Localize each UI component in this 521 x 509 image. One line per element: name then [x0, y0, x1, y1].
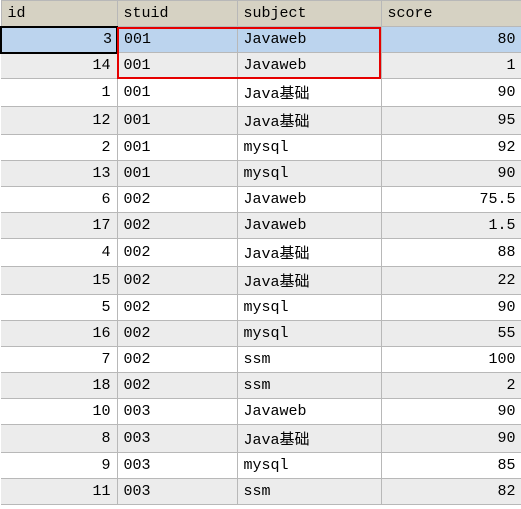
cell-id[interactable]: 5 — [1, 295, 117, 321]
cell-score[interactable]: 1 — [381, 53, 521, 79]
cell-subject[interactable]: Javaweb — [237, 53, 381, 79]
cell-stuid[interactable]: 001 — [117, 135, 237, 161]
cell-score[interactable]: 90 — [381, 295, 521, 321]
table-row[interactable]: 8003Java基础90 — [1, 425, 521, 453]
cell-stuid[interactable]: 003 — [117, 453, 237, 479]
cell-id[interactable]: 17 — [1, 213, 117, 239]
cell-subject[interactable]: Java基础 — [237, 239, 381, 267]
cell-score[interactable]: 90 — [381, 425, 521, 453]
cell-subject[interactable]: mysql — [237, 295, 381, 321]
cell-id[interactable]: 11 — [1, 479, 117, 505]
cell-id[interactable]: 13 — [1, 161, 117, 187]
cell-id[interactable]: 15 — [1, 267, 117, 295]
table-row[interactable]: 2001mysql92 — [1, 135, 521, 161]
col-header-id[interactable]: id — [1, 1, 117, 27]
col-header-subject[interactable]: subject — [237, 1, 381, 27]
table-row[interactable]: 13001mysql90 — [1, 161, 521, 187]
cell-stuid[interactable]: 002 — [117, 347, 237, 373]
cell-score[interactable]: 90 — [381, 79, 521, 107]
header-row[interactable]: id stuid subject score — [1, 1, 521, 27]
table-row[interactable]: 6002Javaweb75.5 — [1, 187, 521, 213]
cell-score[interactable]: 95 — [381, 107, 521, 135]
cell-score[interactable]: 85 — [381, 453, 521, 479]
cell-score[interactable]: 90 — [381, 399, 521, 425]
table-row[interactable]: 5002mysql90 — [1, 295, 521, 321]
table-row[interactable]: 1001Java基础90 — [1, 79, 521, 107]
cell-id[interactable]: 3 — [1, 27, 117, 53]
cell-subject[interactable]: Java基础 — [237, 425, 381, 453]
cell-score[interactable]: 80 — [381, 27, 521, 53]
cell-stuid[interactable]: 001 — [117, 79, 237, 107]
table-row[interactable]: 4002Java基础88 — [1, 239, 521, 267]
table-row[interactable]: 12001Java基础95 — [1, 107, 521, 135]
table-row[interactable]: 16002mysql55 — [1, 321, 521, 347]
cell-subject[interactable]: mysql — [237, 321, 381, 347]
cell-stuid[interactable]: 001 — [117, 161, 237, 187]
cell-id[interactable]: 18 — [1, 373, 117, 399]
table-row[interactable]: 14001Javaweb1 — [1, 53, 521, 79]
col-header-score[interactable]: score — [381, 1, 521, 27]
cell-score[interactable]: 55 — [381, 321, 521, 347]
cell-stuid[interactable]: 002 — [117, 239, 237, 267]
cell-subject[interactable]: Java基础 — [237, 267, 381, 295]
cell-subject[interactable]: mysql — [237, 453, 381, 479]
table-row[interactable]: 7002ssm100 — [1, 347, 521, 373]
cell-stuid[interactable]: 002 — [117, 267, 237, 295]
table-row[interactable]: 11003ssm82 — [1, 479, 521, 505]
cell-id[interactable]: 4 — [1, 239, 117, 267]
cell-id[interactable]: 16 — [1, 321, 117, 347]
cell-stuid[interactable]: 003 — [117, 425, 237, 453]
cell-subject[interactable]: Java基础 — [237, 107, 381, 135]
cell-id[interactable]: 8 — [1, 425, 117, 453]
cell-id[interactable]: 10 — [1, 399, 117, 425]
cell-id[interactable]: 7 — [1, 347, 117, 373]
cell-stuid[interactable]: 002 — [117, 295, 237, 321]
cell-subject[interactable]: Java基础 — [237, 79, 381, 107]
table-row[interactable]: 18002ssm2 — [1, 373, 521, 399]
cell-stuid[interactable]: 002 — [117, 187, 237, 213]
cell-id[interactable]: 12 — [1, 107, 117, 135]
cell-id[interactable]: 14 — [1, 53, 117, 79]
table-row[interactable]: 9003mysql85 — [1, 453, 521, 479]
cell-stuid[interactable]: 003 — [117, 479, 237, 505]
table-row[interactable]: 3001Javaweb80 — [1, 27, 521, 53]
cell-stuid[interactable]: 002 — [117, 213, 237, 239]
cell-subject[interactable]: ssm — [237, 479, 381, 505]
cell-subject[interactable]: Javaweb — [237, 399, 381, 425]
cell-subject[interactable]: ssm — [237, 347, 381, 373]
result-table[interactable]: id stuid subject score 3001Javaweb801400… — [0, 0, 521, 505]
cell-score[interactable]: 2 — [381, 373, 521, 399]
col-header-stuid[interactable]: stuid — [117, 1, 237, 27]
cell-score[interactable]: 1.5 — [381, 213, 521, 239]
cell-subject[interactable]: ssm — [237, 373, 381, 399]
cell-id[interactable]: 9 — [1, 453, 117, 479]
cell-score[interactable]: 22 — [381, 267, 521, 295]
table-row[interactable]: 17002Javaweb1.5 — [1, 213, 521, 239]
table-row[interactable]: 15002Java基础22 — [1, 267, 521, 295]
cell-stuid[interactable]: 001 — [117, 53, 237, 79]
cell-id[interactable]: 6 — [1, 187, 117, 213]
cell-score[interactable]: 90 — [381, 161, 521, 187]
cell-score[interactable]: 100 — [381, 347, 521, 373]
cell-subject[interactable]: Javaweb — [237, 27, 381, 53]
cell-score[interactable]: 82 — [381, 479, 521, 505]
cell-score[interactable]: 92 — [381, 135, 521, 161]
table-row[interactable]: 10003Javaweb90 — [1, 399, 521, 425]
cell-stuid[interactable]: 003 — [117, 399, 237, 425]
cell-id[interactable]: 1 — [1, 79, 117, 107]
cell-stuid[interactable]: 001 — [117, 27, 237, 53]
cell-subject[interactable]: Javaweb — [237, 187, 381, 213]
cell-id[interactable]: 2 — [1, 135, 117, 161]
cell-subject[interactable]: Javaweb — [237, 213, 381, 239]
cell-stuid[interactable]: 002 — [117, 373, 237, 399]
cell-subject[interactable]: mysql — [237, 161, 381, 187]
cell-score[interactable]: 88 — [381, 239, 521, 267]
cell-stuid[interactable]: 002 — [117, 321, 237, 347]
cell-stuid[interactable]: 001 — [117, 107, 237, 135]
cell-subject[interactable]: mysql — [237, 135, 381, 161]
cell-score[interactable]: 75.5 — [381, 187, 521, 213]
